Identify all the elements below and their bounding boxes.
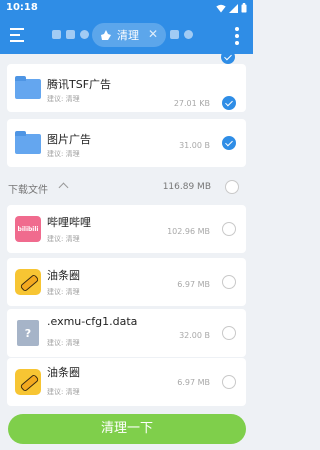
item-size: 102.96 MB	[167, 227, 210, 236]
more-options-icon[interactable]	[235, 27, 239, 45]
status-bar: 10:18	[0, 0, 253, 18]
item-hint: 建议: 清理	[47, 388, 80, 396]
folder-icon	[15, 75, 41, 101]
group-header-downloads[interactable]: 下载文件 116.89 MB	[0, 174, 253, 200]
list-item[interactable]: 油条圈 建议: 清理 6.97 MB	[7, 358, 246, 406]
item-title: .exmu-cfg1.data	[47, 315, 138, 328]
item-title: 油条圈	[47, 366, 80, 379]
item-hint: 建议: 清理	[47, 288, 80, 296]
wifi-icon	[216, 4, 226, 12]
category-icons	[52, 30, 89, 39]
list-item[interactable]: bilibili 哔哩哔哩 建议: 清理 102.96 MB	[7, 205, 246, 253]
item-hint: 建议: 清理	[47, 95, 80, 103]
item-size: 32.00 B	[179, 331, 210, 340]
unknown-file-icon: ?	[15, 320, 41, 346]
group-size: 116.89 MB	[162, 182, 211, 192]
battery-icon	[241, 3, 247, 13]
item-title: 哔哩哔哩	[47, 216, 91, 229]
item-checkbox[interactable]	[222, 136, 236, 150]
broom-icon	[101, 29, 111, 40]
item-checkbox[interactable]	[222, 96, 236, 110]
globe-category-icon[interactable]	[80, 30, 89, 39]
item-checkbox[interactable]	[222, 375, 236, 389]
list-item[interactable]: ? .exmu-cfg1.data 建议: 清理 32.00 B	[7, 309, 246, 357]
unknown-file-glyph: ?	[17, 320, 39, 346]
folder-icon	[15, 130, 41, 156]
category-icons-right	[170, 30, 193, 39]
app-bar: 清理 ✕	[0, 18, 253, 54]
status-time: 10:18	[6, 2, 38, 13]
item-title: 图片广告	[47, 133, 91, 146]
youtiao-icon	[15, 369, 41, 395]
tab-clean-label: 清理	[117, 29, 139, 42]
list-item[interactable]: 图片广告 建议: 清理 31.00 B	[7, 119, 246, 167]
item-checkbox[interactable]	[221, 50, 235, 64]
grid-category-icon[interactable]	[66, 30, 75, 39]
item-title: 腾讯TSF广告	[47, 78, 112, 91]
signal-icon	[229, 3, 238, 13]
item-hint: 建议: 清理	[47, 150, 80, 158]
close-icon[interactable]: ✕	[148, 27, 158, 41]
clean-button[interactable]: 清理一下	[8, 414, 246, 444]
status-icons	[216, 3, 247, 13]
youtiao-icon	[15, 269, 41, 295]
item-title: 油条圈	[47, 269, 80, 282]
item-checkbox[interactable]	[222, 222, 236, 236]
group-checkbox[interactable]	[225, 180, 239, 194]
group-title: 下载文件	[8, 185, 48, 196]
item-hint: 建议: 清理	[47, 235, 80, 243]
item-size: 31.00 B	[179, 141, 210, 150]
item-checkbox[interactable]	[222, 326, 236, 340]
menu-button[interactable]	[10, 28, 26, 44]
home-category-icon[interactable]	[52, 30, 61, 39]
tab-clean[interactable]: 清理 ✕	[92, 23, 166, 47]
item-size: 6.97 MB	[177, 378, 210, 387]
chevron-up-icon[interactable]	[58, 182, 69, 193]
bilibili-icon: bilibili	[15, 216, 41, 242]
bilibili-logo-text: bilibili	[15, 216, 41, 242]
item-hint: 建议: 清理	[47, 339, 80, 347]
item-size: 6.97 MB	[177, 280, 210, 289]
list-item[interactable]: 油条圈 建议: 清理 6.97 MB	[7, 258, 246, 306]
item-checkbox[interactable]	[222, 275, 236, 289]
message-category-icon[interactable]	[170, 30, 179, 39]
list-item[interactable]: 腾讯TSF广告 建议: 清理 27.01 KB	[7, 64, 246, 112]
item-size: 27.01 KB	[173, 99, 210, 108]
cloud-category-icon[interactable]	[184, 30, 193, 39]
